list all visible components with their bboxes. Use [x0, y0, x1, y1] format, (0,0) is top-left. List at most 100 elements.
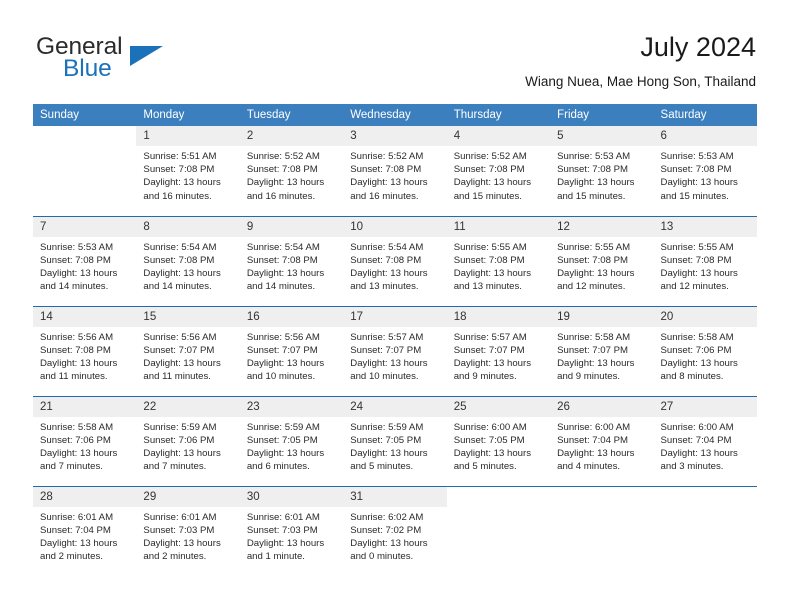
sunrise-text: Sunrise: 5:57 AM [453, 331, 527, 343]
calendar-day[interactable]: 26 Sunrise: 6:00 AM Sunset: 7:04 PM Dayligh… [550, 396, 654, 486]
calendar-cell: 11 Sunrise: 5:55 AM Sunset: 7:08 PM Dayligh… [446, 215, 551, 306]
day-number: 15 [136, 306, 240, 327]
calendar-day[interactable]: 15 Sunrise: 5:56 AM Sunset: 7:07 PM Dayligh… [136, 306, 240, 396]
sunset-text: Sunset: 7:08 PM [660, 254, 732, 266]
calendar-cell: 3 Sunrise: 5:52 AM Sunset: 7:08 PM Daylight… [343, 126, 447, 216]
calendar-day[interactable]: 30 Sunrise: 6:01 AM Sunset: 7:03 PM Dayligh… [239, 486, 344, 576]
calendar-cell: 13 Sunrise: 5:55 AM Sunset: 7:08 PM Dayligh… [653, 215, 757, 306]
day-number: 28 [33, 486, 137, 507]
day-details: Sunrise: 5:59 AM Sunset: 7:06 PM Daylight:… [136, 417, 239, 474]
brand-logo[interactable]: General Blue [36, 34, 256, 86]
calendar-day[interactable]: 27 Sunrise: 6:00 AM Sunset: 7:04 PM Dayligh… [653, 396, 757, 486]
calendar-cell: 12 Sunrise: 5:55 AM Sunset: 7:08 PM Dayligh… [550, 215, 654, 306]
day-number: 24 [343, 396, 447, 417]
calendar-cell: 6 Sunrise: 5:53 AM Sunset: 7:08 PM Daylight… [653, 126, 757, 216]
sunrise-text: Sunrise: 5:58 AM [557, 331, 631, 343]
weekday-header-thursday: Thursday [446, 104, 551, 126]
page-subtitle: Wiang Nuea, Mae Hong Son, Thailand [525, 74, 756, 89]
calendar-day[interactable]: 10 Sunrise: 5:54 AM Sunset: 7:08 PM Dayligh… [343, 216, 447, 306]
day-number [33, 126, 136, 146]
day-number: 19 [550, 306, 654, 327]
day-number: 17 [343, 306, 447, 327]
day-details: Sunrise: 5:52 AM Sunset: 7:08 PM Daylight:… [343, 146, 446, 203]
day-number: 9 [239, 216, 344, 237]
day-details: Sunrise: 5:59 AM Sunset: 7:05 PM Daylight:… [343, 417, 446, 474]
calendar-day[interactable]: 31 Sunrise: 6:02 AM Sunset: 7:02 PM Dayligh… [343, 486, 447, 576]
title-block: July 2024 Wiang Nuea, Mae Hong Son, Thai… [525, 30, 756, 92]
sunrise-text: Sunrise: 5:53 AM [660, 151, 734, 162]
calendar-day[interactable]: 2 Sunrise: 5:52 AM Sunset: 7:08 PM Daylight… [239, 126, 344, 215]
calendar-day-empty [447, 487, 550, 576]
day-details: Sunrise: 5:58 AM Sunset: 7:07 PM Daylight:… [550, 327, 653, 384]
calendar-day[interactable]: 1 Sunrise: 5:51 AM Sunset: 7:08 PM Daylight… [136, 126, 240, 215]
sunrise-text: Sunrise: 6:00 AM [453, 421, 527, 433]
day-number: 14 [33, 306, 137, 327]
day-details: Sunrise: 5:53 AM Sunset: 7:08 PM Daylight:… [654, 146, 757, 203]
calendar-day[interactable]: 12 Sunrise: 5:55 AM Sunset: 7:08 PM Dayligh… [550, 216, 654, 306]
calendar-day[interactable]: 3 Sunrise: 5:52 AM Sunset: 7:08 PM Daylight… [343, 126, 447, 215]
triangle-logo-icon [130, 46, 163, 66]
sunset-text: Sunset: 7:08 PM [350, 164, 422, 176]
calendar-day[interactable]: 13 Sunrise: 5:55 AM Sunset: 7:08 PM Dayligh… [653, 216, 757, 306]
calendar-day[interactable]: 18 Sunrise: 5:57 AM Sunset: 7:07 PM Dayligh… [446, 306, 551, 396]
calendar-day[interactable]: 25 Sunrise: 6:00 AM Sunset: 7:05 PM Dayligh… [446, 396, 551, 486]
sunset-text: Sunset: 7:04 PM [557, 434, 629, 446]
daylight-text: Daylight: 13 hours and 2 minutes. [143, 537, 221, 563]
sunrise-text: Sunrise: 5:55 AM [660, 241, 734, 253]
sunset-text: Sunset: 7:06 PM [40, 434, 111, 446]
day-details: Sunrise: 5:58 AM Sunset: 7:06 PM Daylight:… [654, 327, 757, 384]
calendar-cell: 21 Sunrise: 5:58 AM Sunset: 7:06 PM Dayligh… [33, 395, 137, 486]
calendar-day[interactable]: 24 Sunrise: 5:59 AM Sunset: 7:05 PM Dayligh… [343, 396, 447, 486]
calendar-day[interactable]: 4 Sunrise: 5:52 AM Sunset: 7:08 PM Daylight… [446, 126, 551, 215]
day-details: Sunrise: 5:53 AM Sunset: 7:08 PM Daylight:… [33, 237, 136, 294]
calendar-day[interactable]: 28 Sunrise: 6:01 AM Sunset: 7:04 PM Dayligh… [33, 486, 137, 576]
calendar-day[interactable]: 14 Sunrise: 5:56 AM Sunset: 7:08 PM Dayligh… [33, 306, 137, 396]
calendar-day[interactable]: 21 Sunrise: 5:58 AM Sunset: 7:06 PM Dayligh… [33, 396, 137, 486]
daylight-text: Daylight: 13 hours and 16 minutes. [350, 177, 428, 202]
daylight-text: Daylight: 13 hours and 11 minutes. [40, 357, 118, 383]
daylight-text: Daylight: 13 hours and 13 minutes. [350, 267, 428, 293]
calendar-cell: 31 Sunrise: 6:02 AM Sunset: 7:02 PM Dayligh… [343, 485, 447, 576]
day-number: 20 [653, 306, 757, 327]
calendar-day[interactable]: 16 Sunrise: 5:56 AM Sunset: 7:07 PM Dayligh… [239, 306, 344, 396]
sunrise-text: Sunrise: 5:53 AM [557, 151, 631, 162]
calendar-day[interactable]: 29 Sunrise: 6:01 AM Sunset: 7:03 PM Dayligh… [136, 486, 240, 576]
sunset-text: Sunset: 7:07 PM [350, 344, 422, 356]
calendar-day[interactable]: 9 Sunrise: 5:54 AM Sunset: 7:08 PM Daylight… [239, 216, 344, 306]
day-number: 3 [343, 126, 447, 146]
day-details: Sunrise: 6:00 AM Sunset: 7:05 PM Daylight:… [447, 417, 550, 474]
calendar-day[interactable]: 17 Sunrise: 5:57 AM Sunset: 7:07 PM Dayligh… [343, 306, 447, 396]
sunset-text: Sunset: 7:02 PM [350, 524, 422, 536]
calendar-cell: 9 Sunrise: 5:54 AM Sunset: 7:08 PM Daylight… [239, 215, 344, 306]
calendar-day[interactable]: 20 Sunrise: 5:58 AM Sunset: 7:06 PM Dayligh… [653, 306, 757, 396]
calendar-day[interactable]: 5 Sunrise: 5:53 AM Sunset: 7:08 PM Daylight… [550, 126, 654, 215]
daylight-text: Daylight: 13 hours and 15 minutes. [660, 177, 738, 202]
calendar-cell: 24 Sunrise: 5:59 AM Sunset: 7:05 PM Dayligh… [343, 395, 447, 486]
day-number: 1 [136, 126, 240, 146]
sunrise-text: Sunrise: 5:59 AM [246, 421, 320, 433]
day-number: 18 [446, 306, 551, 327]
calendar-day[interactable]: 8 Sunrise: 5:54 AM Sunset: 7:08 PM Daylight… [136, 216, 240, 306]
day-number: 25 [446, 396, 551, 417]
calendar-day[interactable]: 6 Sunrise: 5:53 AM Sunset: 7:08 PM Daylight… [653, 126, 757, 215]
calendar-day[interactable]: 22 Sunrise: 5:59 AM Sunset: 7:06 PM Dayligh… [136, 396, 240, 486]
calendar-day[interactable]: 7 Sunrise: 5:53 AM Sunset: 7:08 PM Daylight… [33, 216, 137, 306]
calendar-day[interactable]: 23 Sunrise: 5:59 AM Sunset: 7:05 PM Dayligh… [239, 396, 344, 486]
sunset-text: Sunset: 7:08 PM [143, 254, 215, 266]
calendar-day[interactable]: 19 Sunrise: 5:58 AM Sunset: 7:07 PM Dayligh… [550, 306, 654, 396]
day-details: Sunrise: 5:54 AM Sunset: 7:08 PM Daylight:… [343, 237, 446, 294]
weekday-header-monday: Monday [136, 104, 240, 126]
day-details: Sunrise: 5:59 AM Sunset: 7:05 PM Daylight:… [240, 417, 343, 474]
daylight-text: Daylight: 13 hours and 10 minutes. [350, 357, 428, 383]
daylight-text: Daylight: 13 hours and 6 minutes. [246, 447, 325, 473]
calendar-day[interactable]: 11 Sunrise: 5:55 AM Sunset: 7:08 PM Dayligh… [446, 216, 551, 306]
calendar-page: General Blue July 2024 Wiang Nuea, Mae H… [0, 0, 792, 612]
sunrise-text: Sunrise: 5:52 AM [246, 151, 320, 162]
day-number: 10 [343, 216, 447, 237]
sunrise-text: Sunrise: 6:01 AM [143, 511, 217, 523]
sunset-text: Sunset: 7:04 PM [660, 434, 732, 446]
sunset-text: Sunset: 7:08 PM [246, 254, 318, 266]
calendar-cell [446, 485, 551, 576]
day-number: 6 [653, 126, 757, 146]
sunset-text: Sunset: 7:08 PM [557, 254, 629, 266]
